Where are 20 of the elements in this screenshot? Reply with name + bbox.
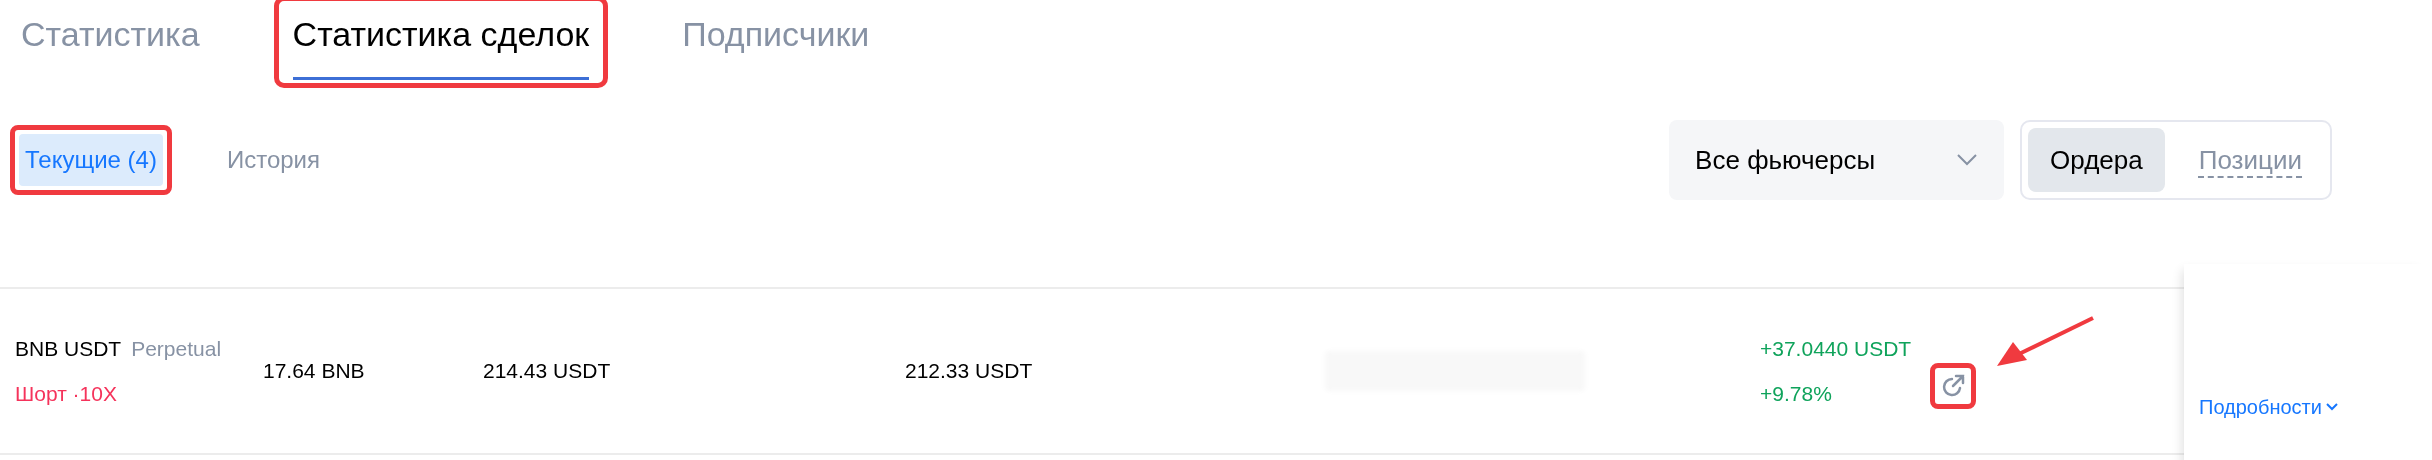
tab[interactable]: Статистика [21, 9, 200, 80]
toggle-option[interactable]: Ордера [2028, 128, 2165, 192]
subtab[interactable]: Текущие (4) [19, 134, 163, 186]
futures-dropdown[interactable]: Все фьючерсы [1669, 120, 2005, 200]
details-link[interactable]: Подробности [2199, 391, 2338, 422]
toggle-option[interactable]: Позиции [2176, 128, 2324, 192]
subtab[interactable]: История [220, 134, 326, 186]
table-cell-text: 17.64 BNB [263, 358, 366, 385]
roe-value: +9.78% [1760, 381, 1833, 407]
share-icon[interactable] [1940, 373, 1966, 399]
chevron-down-icon [1956, 153, 1979, 167]
table-cell-text: 212.33 USDT [905, 358, 1034, 385]
table-cell-text: 214.43 USDT [483, 358, 612, 385]
position-side: Шорт ·10X [15, 381, 117, 407]
pnl-value: +37.0440 USDT [1760, 335, 1913, 362]
symbol: BNB USDT [15, 335, 122, 362]
chevron-down-icon [2325, 402, 2338, 411]
tab[interactable]: Подписчики [682, 9, 870, 80]
contract-type: Perpetual [131, 335, 222, 362]
tab[interactable]: Статистика сделок [292, 9, 590, 80]
